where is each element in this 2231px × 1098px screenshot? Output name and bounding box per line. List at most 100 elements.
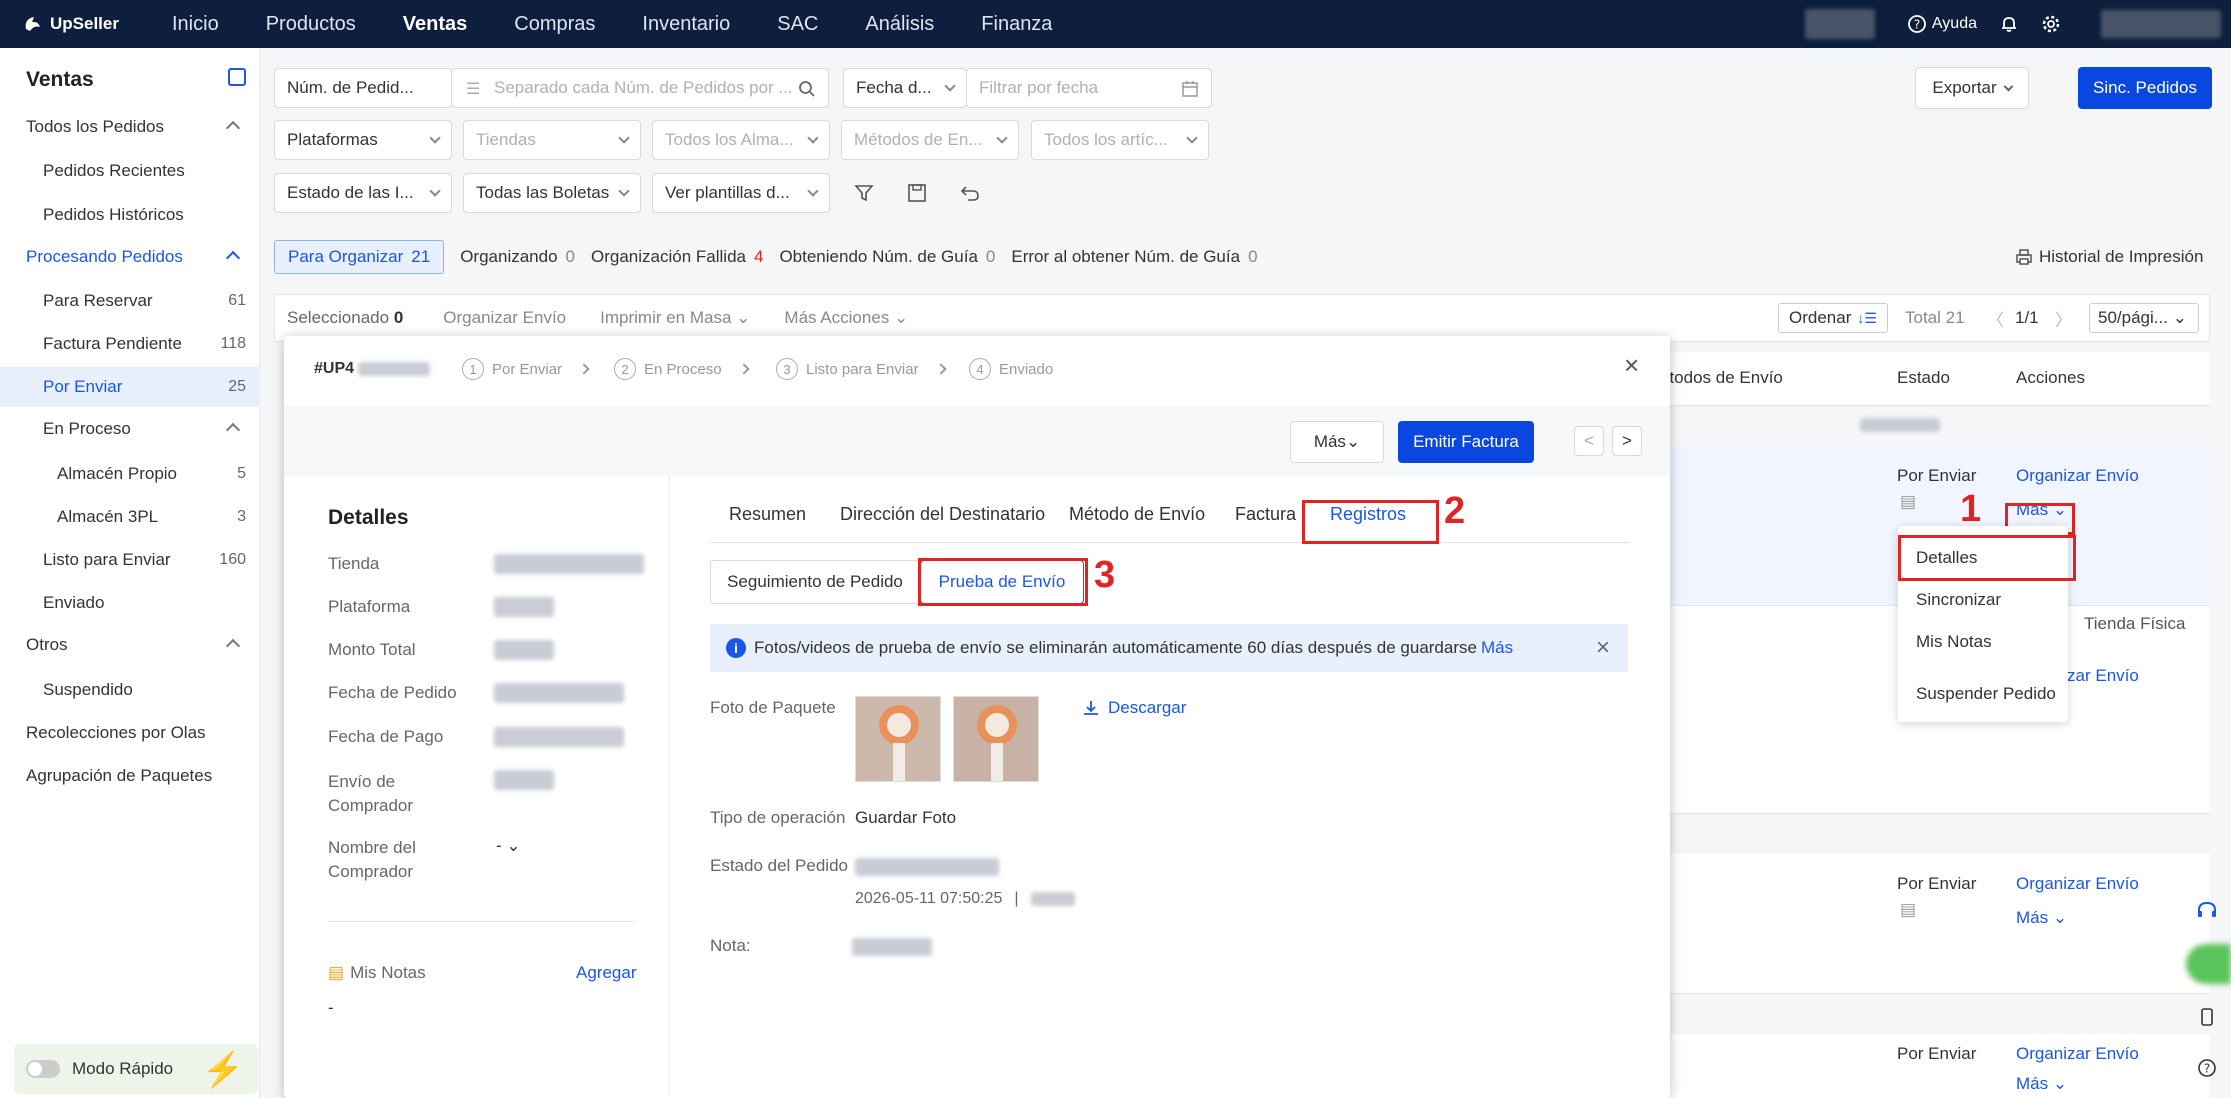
- organize-shipping-link[interactable]: Organizar Envío: [2016, 466, 2139, 486]
- nav-compras[interactable]: Compras: [514, 13, 595, 36]
- more-link[interactable]: Más ⌄: [2016, 908, 2067, 928]
- tab-para-organizar[interactable]: Para Organizar 21: [274, 240, 445, 274]
- tab-factura[interactable]: Factura: [1235, 504, 1296, 525]
- per-page-select[interactable]: 50/pági... ⌄: [2089, 303, 2199, 333]
- sidebar-item-almacen-propio[interactable]: Almacén Propio 5: [0, 454, 260, 494]
- nav-finanza[interactable]: Finanza: [981, 13, 1052, 36]
- emit-invoice-button[interactable]: Emitir Factura: [1398, 421, 1534, 463]
- sidebar-item-por-enviar[interactable]: Por Enviar 25: [0, 367, 260, 407]
- warehouses-select[interactable]: Todos los Alma...: [652, 120, 830, 160]
- tab-organizacion-fallida[interactable]: Organización Fallida 4: [591, 247, 763, 267]
- headset-icon[interactable]: [2192, 896, 2222, 926]
- sort-button[interactable]: Ordenar ↓☰: [1778, 303, 1888, 333]
- next-page-icon[interactable]: 〉: [2055, 306, 2072, 331]
- green-chat-icon[interactable]: [2186, 944, 2231, 984]
- reset-icon[interactable]: [956, 179, 984, 207]
- detail-envio-value: [494, 770, 554, 790]
- menu-item-sincronizar[interactable]: Sincronizar: [1916, 590, 2001, 610]
- brand-logo[interactable]: UpSeller: [22, 13, 172, 35]
- lightning-icon: ⚡: [201, 1051, 244, 1089]
- sync-orders-button[interactable]: Sinc. Pedidos: [2078, 67, 2212, 109]
- nav-ventas[interactable]: Ventas: [403, 13, 467, 36]
- sidebar-item-historicos[interactable]: Pedidos Históricos: [0, 195, 260, 235]
- bulk-print-button[interactable]: Imprimir en Masa ⌄: [600, 308, 750, 328]
- package-photo[interactable]: [953, 696, 1039, 782]
- help-icon[interactable]: ?: [1907, 14, 1927, 34]
- menu-item-suspender[interactable]: Suspender Pedido: [1916, 684, 2056, 704]
- tab-direccion[interactable]: Dirección del Destinatario: [840, 504, 1045, 525]
- order-num-select[interactable]: Núm. de Pedid...: [274, 68, 452, 108]
- status-select[interactable]: Estado de las I...: [274, 173, 452, 213]
- note-icon: ▤: [328, 963, 345, 982]
- bell-icon[interactable]: [1999, 14, 2019, 34]
- more-link[interactable]: Más ⌄: [2016, 1074, 2067, 1094]
- info-more-link[interactable]: Más: [1481, 638, 1513, 658]
- package-photo[interactable]: [855, 696, 941, 782]
- invoices-select[interactable]: Todas las Boletas: [463, 173, 641, 213]
- account-switcher[interactable]: [1804, 9, 1875, 39]
- date-type-select[interactable]: Fecha d...: [843, 68, 967, 108]
- platforms-select[interactable]: Plataformas: [274, 120, 452, 160]
- subtab-seguimiento[interactable]: Seguimiento de Pedido: [710, 560, 920, 604]
- prev-order-icon[interactable]: <: [1574, 426, 1604, 456]
- tab-resumen[interactable]: Resumen: [729, 504, 806, 525]
- articles-select[interactable]: Todos los artíc...: [1031, 120, 1209, 160]
- help-circle-icon[interactable]: ?: [2192, 1053, 2222, 1083]
- sidebar-item-procesando[interactable]: Procesando Pedidos: [0, 237, 260, 277]
- nav-sac[interactable]: SAC: [777, 13, 818, 36]
- stores-select[interactable]: Tiendas: [463, 120, 641, 160]
- sidebar-item-factura-pendiente[interactable]: Factura Pendiente 118: [0, 324, 260, 364]
- table-row-group: [1660, 406, 2210, 446]
- gear-icon[interactable]: [2041, 14, 2061, 34]
- search-icon[interactable]: [798, 80, 816, 98]
- modal-more-button[interactable]: Más ⌄: [1290, 421, 1384, 463]
- phone-icon[interactable]: [2192, 1002, 2222, 1032]
- organize-shipping-button[interactable]: Organizar Envío: [443, 308, 566, 328]
- sidebar-item-para-reservar[interactable]: Para Reservar 61: [0, 281, 260, 321]
- buyer-name-toggle[interactable]: - ⌄: [496, 836, 521, 856]
- export-button[interactable]: Exportar: [1915, 67, 2029, 109]
- user-account[interactable]: [2101, 10, 2221, 38]
- nav-productos[interactable]: Productos: [266, 13, 356, 36]
- templates-select[interactable]: Ver plantillas d...: [652, 173, 830, 213]
- download-link[interactable]: Descargar: [1082, 698, 1186, 718]
- sidebar-item-recolecciones[interactable]: Recolecciones por Olas: [0, 713, 260, 753]
- close-icon[interactable]: ×: [1624, 350, 1639, 381]
- order-search-input[interactable]: ☰ Separado cada Núm. de Pedidos por ...: [451, 68, 829, 108]
- sidebar-item-suspendido[interactable]: Suspendido: [0, 670, 260, 710]
- next-order-icon[interactable]: >: [1612, 426, 1642, 456]
- sidebar-item-listo[interactable]: Listo para Enviar 160: [0, 540, 260, 580]
- print-history-link[interactable]: Historial de Impresión: [2015, 247, 2203, 267]
- help-label[interactable]: Ayuda: [1932, 15, 1977, 33]
- nav-inicio[interactable]: Inicio: [172, 13, 219, 36]
- sidebar-item-otros[interactable]: Otros: [0, 625, 260, 665]
- prev-page-icon[interactable]: 〈: [1987, 306, 2004, 331]
- sidebar-item-todos[interactable]: Todos los Pedidos: [0, 107, 260, 147]
- sidebar-item-enviado[interactable]: Enviado: [0, 583, 260, 623]
- ship-methods-select[interactable]: Métodos de En...: [841, 120, 1019, 160]
- chevron-down-icon: [429, 132, 441, 144]
- quick-mode-toggle[interactable]: [26, 1060, 60, 1078]
- sidebar-item-en-proceso[interactable]: En Proceso: [0, 409, 260, 449]
- filter-icon[interactable]: [850, 179, 878, 207]
- notes-add-link[interactable]: Agregar: [576, 963, 636, 983]
- organize-shipping-link[interactable]: Organizar Envío: [2016, 874, 2139, 894]
- nav-analisis[interactable]: Análisis: [865, 13, 934, 36]
- nav-inventario[interactable]: Inventario: [642, 13, 730, 36]
- sidebar-item-recientes[interactable]: Pedidos Recientes: [0, 151, 260, 191]
- store-type-label: Tienda Física: [2084, 614, 2186, 633]
- tab-obteniendo-guia[interactable]: Obteniendo Núm. de Guía 0: [779, 247, 995, 267]
- tab-metodo-envio[interactable]: Método de Envío: [1069, 504, 1205, 525]
- date-filter-input[interactable]: Filtrar por fecha: [966, 68, 1212, 108]
- sidebar-item-agrupacion[interactable]: Agrupación de Paquetes: [0, 756, 260, 796]
- sidebar-item-almacen-3pl[interactable]: Almacén 3PL 3: [0, 497, 260, 537]
- save-icon[interactable]: [903, 179, 931, 207]
- organize-shipping-link[interactable]: Organizar Envío: [2016, 1044, 2139, 1064]
- my-notes-label: ▤ Mis Notas: [328, 963, 426, 982]
- more-actions-button[interactable]: Más Acciones ⌄: [784, 308, 908, 328]
- sidebar-collapse-icon[interactable]: [228, 68, 246, 86]
- menu-item-mis-notas[interactable]: Mis Notas: [1916, 632, 1992, 652]
- tab-organizando[interactable]: Organizando 0: [460, 247, 575, 267]
- tab-error-guia[interactable]: Error al obtener Núm. de Guía 0: [1011, 247, 1257, 267]
- close-icon[interactable]: ×: [1596, 634, 1610, 662]
